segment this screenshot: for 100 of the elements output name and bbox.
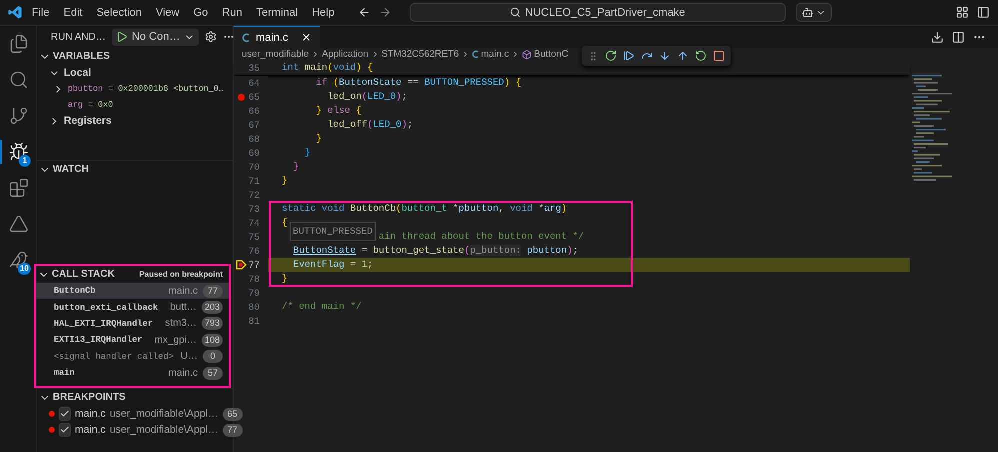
menu-item[interactable]: View: [150, 4, 185, 20]
breadcrumb-item[interactable]: ButtonC: [534, 49, 568, 60]
section-title[interactable]: CALL STACK: [52, 269, 138, 280]
frame-name: HAL_EXTI_IRQHandler: [54, 318, 154, 329]
continue-icon[interactable]: [623, 50, 635, 62]
split-editor-icon[interactable]: [952, 30, 965, 44]
breakpoint-path: user_modifiable\Appl…: [110, 408, 218, 420]
scope-label[interactable]: Local: [64, 67, 92, 79]
editor-tab[interactable]: main.c: [234, 26, 320, 48]
step-into-icon[interactable]: [659, 50, 671, 62]
back-arrow-icon[interactable]: [358, 6, 371, 19]
call-stack-frame[interactable]: HAL_EXTI_IRQHandler stm3… 793: [36, 316, 229, 332]
breakpoint-dot: [49, 427, 55, 433]
code-line: ain thread about the button event */: [378, 230, 584, 244]
chat-button[interactable]: [796, 3, 832, 22]
line-number: 74: [248, 218, 261, 228]
settings-icon[interactable]: [205, 31, 218, 43]
line-number: 79: [248, 288, 261, 298]
menu-item[interactable]: Edit: [58, 4, 88, 20]
close-icon[interactable]: [301, 32, 312, 43]
menu-item[interactable]: Go: [188, 4, 214, 20]
menu-item[interactable]: Selection: [92, 4, 147, 20]
hover-tooltip: BUTTON_PRESSED: [290, 222, 376, 241]
frame-file: butt…: [170, 302, 197, 314]
line-count-badge: 0: [203, 350, 223, 364]
status-label: Paused on breakpoint: [139, 270, 223, 279]
line-count-badge: 77: [222, 424, 242, 436]
section-title[interactable]: VARIABLES: [53, 51, 227, 62]
search-icon: [9, 70, 29, 90]
menu-item[interactable]: Terminal: [252, 4, 304, 20]
call-stack-frame[interactable]: EXTI13_IRQHandler mx_gpi… 108: [36, 332, 229, 349]
breadcrumb-item[interactable]: main.c: [481, 49, 510, 60]
breakpoint-dot[interactable]: [238, 94, 244, 100]
code-line: ButtonState = button_get_state(p_button: pbutton);: [293, 244, 578, 258]
code-line: led_off(LED_0);: [328, 118, 414, 132]
frame-name: ButtonCb: [54, 286, 97, 296]
count-badge: 10: [18, 263, 31, 275]
line-number: 76: [248, 246, 261, 256]
drag-handle-icon[interactable]: [588, 50, 599, 62]
triangle-icon: [9, 214, 29, 234]
menu-item[interactable]: File: [27, 4, 55, 20]
variable-entry[interactable]: arg = 0x0: [68, 100, 114, 110]
line-number: 71: [248, 176, 261, 186]
section-title[interactable]: BREAKPOINTS: [53, 392, 227, 403]
code-line: EventFlag = 1;: [293, 258, 374, 272]
code-line: }: [282, 272, 288, 286]
checkbox[interactable]: [59, 423, 71, 437]
menu-item[interactable]: Run: [217, 4, 248, 20]
download-icon[interactable]: [931, 30, 944, 44]
line-number: 67: [248, 120, 261, 130]
code-line: {: [282, 216, 288, 230]
line-count-badge: 793: [202, 317, 223, 330]
line-number: 66: [248, 106, 261, 116]
line-number: 80: [248, 302, 261, 312]
line-number: 70: [248, 162, 261, 172]
code-line: }: [316, 132, 322, 146]
files-icon: [9, 34, 29, 54]
forward-arrow-icon[interactable]: [378, 6, 392, 19]
count-badge: 1: [19, 155, 31, 167]
breadcrumb-item[interactable]: STM32C562RET6: [382, 49, 460, 60]
stop-icon[interactable]: [713, 50, 725, 62]
activity-bar-item[interactable]: 10: [0, 248, 36, 272]
code-line: /* end main */: [282, 300, 362, 314]
sidebar-toggle-icon[interactable]: [977, 6, 990, 19]
line-count-badge: 203: [202, 301, 223, 314]
layout-icon[interactable]: [956, 6, 969, 19]
scope-label[interactable]: Registers: [64, 115, 112, 127]
breakpoint-file[interactable]: main.c: [75, 424, 106, 436]
step-out-icon[interactable]: [677, 50, 689, 62]
breadcrumb-item[interactable]: user_modifiable: [242, 49, 310, 60]
search-field[interactable]: NUCLEO_C5_PartDriver_cmake: [410, 3, 786, 22]
variable-entry[interactable]: pbutton = 0x200001b8 <button_0…: [68, 84, 224, 94]
call-stack-frame[interactable]: button_exti_callback butt… 203: [36, 299, 229, 316]
logo-icon[interactable]: [8, 5, 23, 20]
step-over-icon[interactable]: [641, 50, 653, 62]
line-number: 78: [248, 274, 261, 284]
debug-config-dropdown[interactable]: No Con…: [112, 28, 200, 46]
line-number: 68: [248, 134, 261, 144]
bird-icon: [9, 250, 29, 270]
line-count-badge: 77: [203, 284, 223, 298]
line-number: 73: [248, 204, 261, 214]
section-title[interactable]: WATCH: [53, 164, 227, 175]
menu-item[interactable]: Help: [307, 4, 340, 20]
current-line-arrow-icon: [236, 260, 246, 270]
code-line: led_on(LED_0);: [328, 90, 408, 104]
call-stack-frame[interactable]: ButtonCb main.c 77: [36, 283, 229, 300]
code-line: static void ButtonCb(button_t *pbutton, void *arg): [282, 202, 568, 216]
line-number: 69: [248, 148, 261, 158]
call-stack-frame[interactable]: <signal handler called> U… 0: [36, 348, 229, 365]
line-number: 81: [248, 316, 261, 326]
code-line: }: [293, 160, 300, 174]
checkbox[interactable]: [59, 407, 71, 421]
breakpoint-file[interactable]: main.c: [75, 408, 106, 420]
restart-icon[interactable]: [695, 50, 707, 62]
breadcrumb-item[interactable]: Application: [322, 49, 369, 60]
breakpoint-dot: [49, 411, 55, 417]
robot-icon: [802, 6, 814, 18]
line-count-badge: 108: [202, 334, 223, 347]
frame-name: <signal handler called>: [54, 352, 175, 362]
call-stack-frame[interactable]: main main.c 57: [36, 364, 229, 382]
